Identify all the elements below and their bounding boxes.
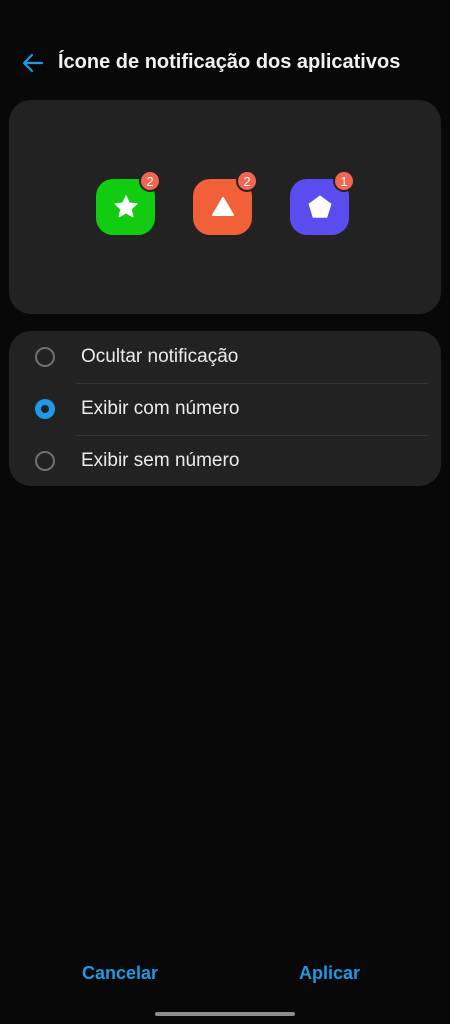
back-button[interactable]: [20, 50, 46, 76]
notification-badge: 1: [333, 170, 355, 192]
navigation-handle[interactable]: [155, 1012, 295, 1016]
radio-button[interactable]: [35, 347, 55, 367]
radio-button-selected[interactable]: [35, 399, 55, 419]
notification-badge: 2: [236, 170, 258, 192]
notification-badge: 2: [139, 170, 161, 192]
option-show-with-number[interactable]: Exibir com número: [9, 383, 441, 435]
apply-button[interactable]: Aplicar: [299, 963, 360, 984]
option-label: Exibir com número: [81, 398, 240, 419]
option-label: Ocultar notificação: [81, 346, 239, 367]
cancel-button[interactable]: Cancelar: [82, 963, 158, 984]
header: Ícone de notificação dos aplicativos: [0, 38, 450, 88]
radio-button[interactable]: [35, 451, 55, 471]
star-icon: [113, 195, 138, 218]
preview-card: 2 2 1: [9, 100, 441, 314]
page-title: Ícone de notificação dos aplicativos: [58, 51, 401, 73]
triangle-icon: [211, 197, 234, 216]
option-show-without-number[interactable]: Exibir sem número: [9, 435, 441, 487]
option-hide-notification[interactable]: Ocultar notificação: [9, 331, 441, 383]
pentagon-icon: [308, 195, 331, 218]
arrow-left-icon: [22, 53, 44, 73]
option-label: Exibir sem número: [81, 450, 240, 471]
options-card: Ocultar notificação Exibir com número Ex…: [9, 331, 441, 486]
